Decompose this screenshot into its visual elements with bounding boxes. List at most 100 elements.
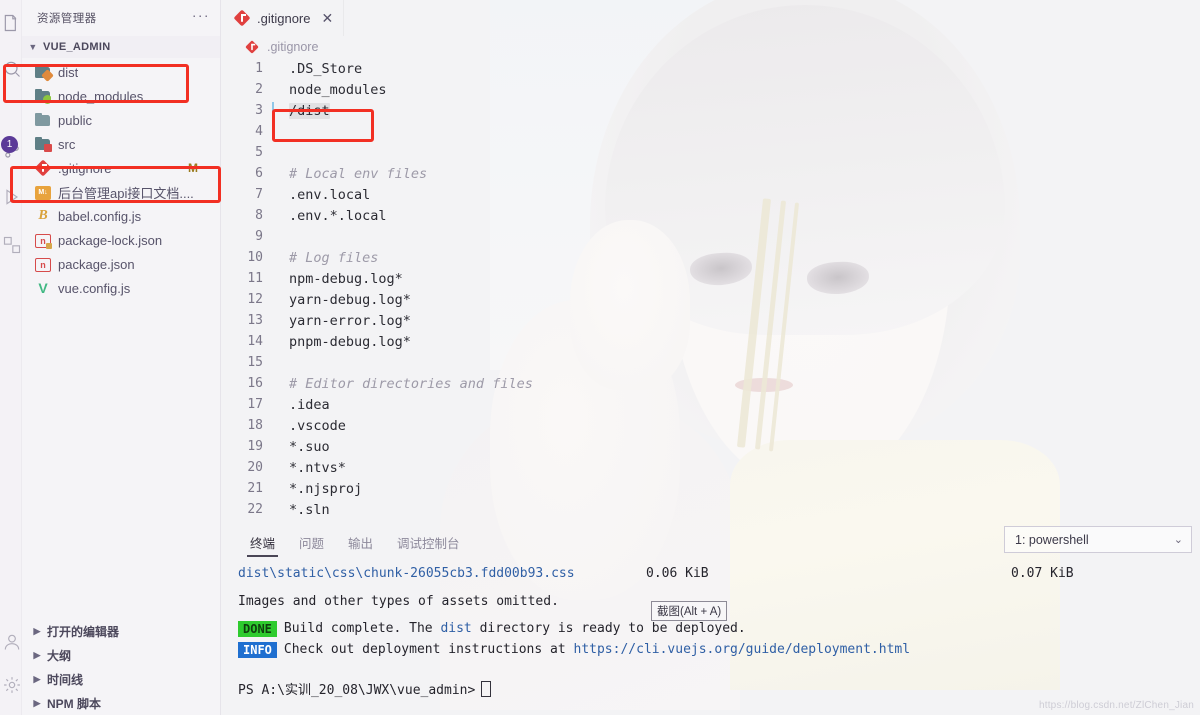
line-number: 2: [255, 82, 263, 97]
line-text: # Local env files: [289, 165, 428, 182]
line-number: 9: [255, 229, 263, 244]
tree-item-label: vue.config.js: [58, 280, 131, 296]
tab-gitignore[interactable]: .gitignore ✕: [220, 0, 345, 36]
tree-item-label: node_modules: [58, 88, 144, 104]
line-number: 4: [255, 124, 263, 139]
code-line: 14 pnpm-debug.log*: [220, 331, 1200, 352]
asset-size-2: 0.07 KiB: [1011, 566, 1074, 581]
vue-file-icon: V: [38, 280, 48, 296]
prompt-text: PS A:\实训_20_08\JWX\vue_admin>: [238, 683, 476, 698]
run-and-debug-icon[interactable]: [0, 180, 22, 214]
tree-item-package-lock[interactable]: n package-lock.json: [21, 228, 220, 252]
tree-item-gitignore[interactable]: .gitignore M: [21, 156, 220, 180]
code-area[interactable]: 1 .DS_Store 2 node_modules 3/dist 4 5 6 # L…: [220, 58, 1200, 521]
line-number: 17: [247, 397, 263, 412]
tree-item-label: .gitignore: [58, 160, 112, 176]
tree-item-babel-config[interactable]: B babel.config.js: [21, 204, 220, 228]
bottom-panel: 终端 问题 输出 调试控制台 1: powershell ⌄ dist\stat…: [220, 526, 1200, 715]
code-line: 6 # Local env files: [220, 163, 1200, 184]
done-pre: Build complete. The: [283, 621, 441, 636]
code-line: 17 .idea: [220, 394, 1200, 415]
workspace-root-header[interactable]: ▼ VUE_ADMIN: [21, 36, 220, 58]
section-npm-scripts[interactable]: ▶ NPM 脚本: [21, 691, 220, 715]
tab-terminal[interactable]: 终端: [238, 533, 287, 557]
explorer-icon[interactable]: [0, 6, 22, 40]
done-post: directory is ready to be deployed.: [471, 621, 746, 636]
line-text: .env.local: [289, 186, 371, 203]
section-label: 大纲: [47, 648, 72, 663]
tab-debug-console[interactable]: 调试控制台: [385, 533, 472, 557]
line-number: 15: [247, 355, 263, 370]
search-icon[interactable]: [0, 52, 22, 86]
line-number: 21: [247, 481, 263, 496]
activity-bar: 1: [0, 0, 22, 715]
line-text: *.njsproj: [289, 480, 363, 497]
tree-item-public[interactable]: public: [21, 108, 220, 132]
code-line: 4: [220, 121, 1200, 142]
info-pre: Check out deployment instructions at: [283, 642, 574, 657]
terminal-line-done: DONE Build complete. The dist directory i…: [238, 618, 1200, 639]
extensions-icon[interactable]: [0, 228, 22, 262]
tree-item-package-json[interactable]: n package.json: [21, 252, 220, 276]
screenshot-shortcut-tooltip[interactable]: 截图(Alt + A): [651, 601, 728, 621]
tree-item-label: package-lock.json: [58, 232, 163, 248]
section-timeline[interactable]: ▶ 时间线: [21, 667, 220, 691]
code-line: 18 .vscode: [220, 415, 1200, 436]
tree-item-label: 后台管理api接口文档....: [58, 185, 194, 201]
code-line: 19 *.suo: [220, 436, 1200, 457]
line-number: 19: [247, 439, 263, 454]
section-outline[interactable]: ▶ 大纲: [21, 643, 220, 667]
tree-item-node-modules[interactable]: node_modules: [21, 84, 220, 108]
section-open-editors[interactable]: ▶ 打开的编辑器: [21, 619, 220, 643]
asset-path: dist\static\css\chunk-26055cb3.fdd00b93.…: [238, 566, 575, 581]
close-icon[interactable]: ✕: [321, 11, 333, 25]
done-keyword: dist: [440, 621, 472, 636]
line-text: .DS_Store: [289, 60, 363, 77]
line-number: 7: [255, 187, 263, 202]
explorer-title-bar: 资源管理器 ···: [21, 0, 220, 36]
section-label: NPM 脚本: [47, 696, 102, 711]
account-icon[interactable]: [0, 625, 22, 659]
line-text: .env.*.local: [289, 207, 387, 224]
tree-item-vue-config[interactable]: V vue.config.js: [21, 276, 220, 300]
terminal-line-asset: dist\static\css\chunk-26055cb3.fdd00b93.…: [238, 563, 1200, 584]
line-text: node_modules: [289, 81, 387, 98]
deployment-link[interactable]: https://cli.vuejs.org/guide/deployment.h…: [574, 642, 911, 657]
npm-file-icon: n: [35, 258, 51, 272]
gear-icon[interactable]: [0, 668, 22, 702]
folder-dist-icon: [35, 64, 54, 82]
asset-size-1: 0.06 KiB: [646, 566, 709, 581]
code-line: 20 *.ntvs*: [220, 457, 1200, 478]
breadcrumb[interactable]: .gitignore: [220, 36, 1200, 58]
info-badge: INFO: [238, 641, 277, 658]
code-line: 13 yarn-error.log*: [220, 310, 1200, 331]
line-text: *.suo: [289, 438, 330, 455]
tab-label: .gitignore: [257, 10, 311, 26]
tree-item-dist[interactable]: dist: [21, 60, 220, 84]
tree-item-label: dist: [58, 64, 79, 80]
code-line: 21 *.njsproj: [220, 478, 1200, 499]
explorer-more-actions-icon[interactable]: ···: [192, 8, 210, 25]
source-control-badge: 1: [1, 136, 18, 153]
code-line: 10 # Log files: [220, 247, 1200, 268]
npm-lock-file-icon: n: [35, 234, 52, 249]
terminal-selector-dropdown[interactable]: 1: powershell ⌄: [1004, 526, 1192, 553]
tab-problems[interactable]: 问题: [287, 533, 336, 557]
code-line: 9: [220, 226, 1200, 247]
panel-tab-bar: 终端 问题 输出 调试控制台 1: powershell ⌄: [220, 526, 1200, 557]
breadcrumb-label: .gitignore: [267, 40, 319, 54]
line-number: 13: [247, 313, 263, 328]
chevron-right-icon: ▶: [33, 625, 41, 636]
babel-file-icon: B: [38, 208, 48, 223]
tree-item-api-doc[interactable]: M↓ 后台管理api接口文档....: [21, 180, 220, 204]
code-line: 5: [220, 142, 1200, 163]
tree-item-label: package.json: [58, 256, 135, 272]
line-number: 11: [247, 271, 263, 286]
line-text: # Log files: [289, 249, 379, 266]
terminal-output[interactable]: dist\static\css\chunk-26055cb3.fdd00b93.…: [220, 557, 1200, 699]
code-line: 15: [220, 352, 1200, 373]
terminal-selector-value: 1: powershell: [1015, 532, 1089, 547]
tab-output[interactable]: 输出: [336, 533, 385, 557]
editor-group: .gitignore ✕ .gitignore 1 .DS_Store 2 node…: [220, 0, 1200, 527]
tree-item-src[interactable]: src: [21, 132, 220, 156]
